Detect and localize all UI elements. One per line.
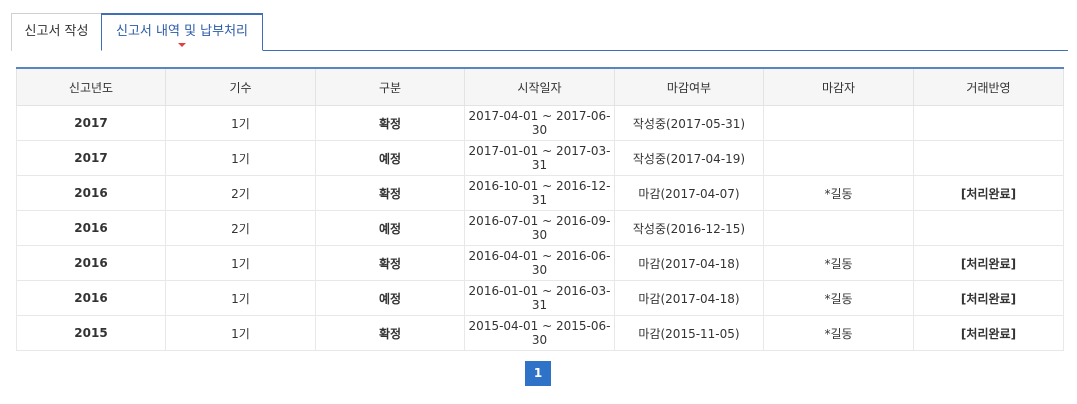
tab-label: 신고서 작성: [24, 24, 89, 39]
column-header-closer: 마감자: [763, 68, 914, 106]
tab-report-history[interactable]: 신고서 내역 및 납부처리: [101, 13, 263, 51]
cell-status-closed: 마감(2017-04-18): [614, 280, 764, 316]
cell-year[interactable]: 2017: [16, 105, 166, 141]
cell-closer: *길동: [763, 245, 914, 281]
table-header-row: 신고년도 기수 구분 시작일자 마감여부 마감자 거래반영: [16, 68, 1064, 106]
column-header-period: 시작일자: [464, 68, 615, 106]
table-row: 2016 1기 확정 2016-04-01 ~ 2016-06-30 마감(20…: [16, 245, 1064, 281]
table-row: 2016 2기 예정 2016-07-01 ~ 2016-09-30 작성중(2…: [16, 210, 1064, 246]
cell-reflect-done-link[interactable]: [처리완료]: [913, 175, 1064, 211]
cell-period: 2015-04-01 ~ 2015-06-30: [464, 315, 615, 351]
cell-kind: 확정: [315, 315, 465, 351]
cell-reflect-done-link[interactable]: [처리완료]: [913, 280, 1064, 316]
cell-reflect-done-link[interactable]: [처리완료]: [913, 315, 1064, 351]
cell-reflect: [913, 210, 1064, 246]
cell-kind: 예정: [315, 140, 465, 176]
table-row: 2016 1기 예정 2016-01-01 ~ 2016-03-31 마감(20…: [16, 280, 1064, 316]
table-row: 2016 2기 확정 2016-10-01 ~ 2016-12-31 마감(20…: [16, 175, 1064, 211]
cell-kind: 예정: [315, 280, 465, 316]
cell-closer: *길동: [763, 315, 914, 351]
cell-term: 1기: [165, 280, 316, 316]
cell-year[interactable]: 2016: [16, 280, 166, 316]
tab-report-write[interactable]: 신고서 작성: [11, 13, 102, 51]
cell-term: 2기: [165, 210, 316, 246]
cell-term: 1기: [165, 315, 316, 351]
cell-period: 2016-10-01 ~ 2016-12-31: [464, 175, 615, 211]
table-row: 2015 1기 확정 2015-04-01 ~ 2015-06-30 마감(20…: [16, 315, 1064, 351]
cell-term: 1기: [165, 245, 316, 281]
column-header-year: 신고년도: [16, 68, 166, 106]
cell-period: 2016-07-01 ~ 2016-09-30: [464, 210, 615, 246]
cell-term: 2기: [165, 175, 316, 211]
cell-reflect-done-link[interactable]: [처리완료]: [913, 245, 1064, 281]
cell-year[interactable]: 2016: [16, 175, 166, 211]
column-header-term: 기수: [165, 68, 316, 106]
table-row: 2017 1기 예정 2017-01-01 ~ 2017-03-31 작성중(2…: [16, 140, 1064, 176]
cell-closer: *길동: [763, 280, 914, 316]
cell-status: 작성중(2016-12-15): [614, 210, 764, 246]
cell-closer: [763, 140, 914, 176]
cell-status-closed: 마감(2017-04-07): [614, 175, 764, 211]
pagination-page-1-button[interactable]: 1: [525, 361, 551, 386]
cell-year[interactable]: 2015: [16, 315, 166, 351]
column-header-kind: 구분: [315, 68, 465, 106]
cell-closer: [763, 210, 914, 246]
cell-term: 1기: [165, 140, 316, 176]
cell-closer: *길동: [763, 175, 914, 211]
cell-status-closed: 마감(2017-04-18): [614, 245, 764, 281]
cell-kind: 예정: [315, 210, 465, 246]
table-row: 2017 1기 확정 2017-04-01 ~ 2017-06-30 작성중(2…: [16, 105, 1064, 141]
cell-year[interactable]: 2017: [16, 140, 166, 176]
cell-year[interactable]: 2016: [16, 210, 166, 246]
cell-status-closed: 마감(2015-11-05): [614, 315, 764, 351]
column-header-status: 마감여부: [614, 68, 764, 106]
cell-reflect: [913, 105, 1064, 141]
report-table: 신고년도 기수 구분 시작일자 마감여부 마감자 거래반영 2017 1기 확정…: [16, 67, 1064, 351]
cell-period: 2016-04-01 ~ 2016-06-30: [464, 245, 615, 281]
cell-term: 1기: [165, 105, 316, 141]
cell-closer: [763, 105, 914, 141]
caret-down-icon: [178, 43, 186, 47]
cell-period: 2017-01-01 ~ 2017-03-31: [464, 140, 615, 176]
cell-kind: 확정: [315, 175, 465, 211]
cell-period: 2017-04-01 ~ 2017-06-30: [464, 105, 615, 141]
cell-kind: 확정: [315, 245, 465, 281]
cell-status: 작성중(2017-04-19): [614, 140, 764, 176]
cell-kind: 확정: [315, 105, 465, 141]
tab-bar: 신고서 작성 신고서 내역 및 납부처리: [11, 13, 1068, 51]
column-header-reflect: 거래반영: [913, 68, 1064, 106]
cell-reflect: [913, 140, 1064, 176]
tab-label: 신고서 내역 및 납부처리: [116, 24, 248, 39]
cell-year[interactable]: 2016: [16, 245, 166, 281]
cell-status: 작성중(2017-05-31): [614, 105, 764, 141]
cell-period: 2016-01-01 ~ 2016-03-31: [464, 280, 615, 316]
